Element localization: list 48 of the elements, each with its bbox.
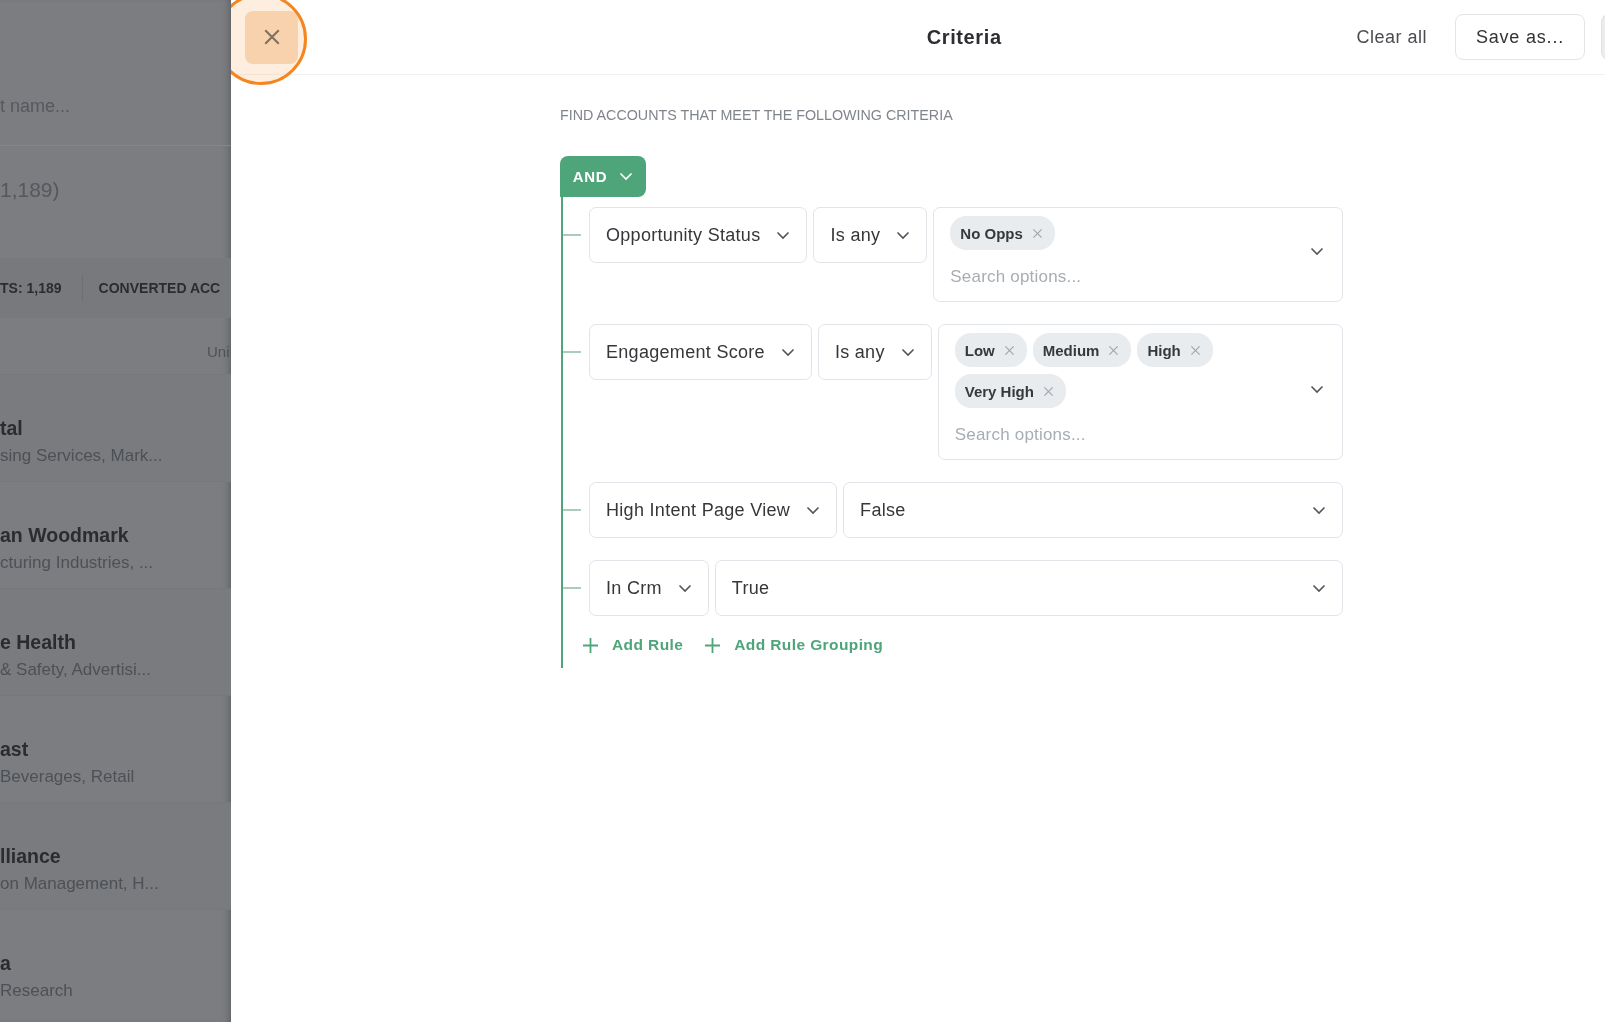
chevron-down-icon — [780, 347, 795, 357]
close-icon — [262, 28, 281, 46]
operator-dropdown[interactable]: Is any — [813, 207, 928, 263]
account-name: an Woodmark — [0, 524, 129, 547]
field-dropdown[interactable]: In Crm — [589, 560, 709, 616]
stat-label: TS: — [0, 280, 23, 296]
account-name: e Health — [0, 631, 76, 654]
close-icon — [1189, 344, 1201, 356]
save-as-button[interactable]: Save as... — [1454, 14, 1585, 60]
criteria-heading: FIND ACCOUNTS THAT MEET THE FOLLOWING CRITERIA — [560, 107, 953, 123]
chevron-down-icon — [677, 583, 692, 593]
field-dropdown[interactable]: Opportunity Status — [589, 207, 808, 263]
chevron-down-icon — [900, 347, 915, 357]
tag-chip[interactable]: No Opps — [950, 216, 1055, 250]
chevron-down-icon — [1310, 384, 1324, 394]
close-icon — [1031, 227, 1043, 239]
panel-title: Criteria — [926, 25, 1002, 49]
chevron-down-icon — [619, 172, 634, 181]
account-name: ast — [0, 738, 29, 761]
value-dropdown[interactable]: False — [843, 482, 1343, 538]
chevron-down-icon — [1312, 583, 1326, 593]
account-name: a — [0, 952, 11, 975]
chevron-down-icon — [1310, 247, 1324, 256]
field-dropdown[interactable]: High Intent Page View — [589, 482, 838, 538]
account-name: lliance — [0, 845, 61, 868]
close-icon — [1003, 344, 1015, 356]
chevron-down-icon — [806, 505, 821, 515]
chevron-down-icon — [896, 230, 911, 240]
plus-icon — [583, 637, 598, 653]
multi-select-field[interactable]: Low Medium High Very High Search options... — [937, 324, 1343, 460]
field-dropdown[interactable]: Engagement Score — [589, 324, 812, 380]
account-name: tal — [0, 417, 23, 440]
clear-all-button[interactable]: Clear all — [1350, 25, 1433, 49]
close-icon — [1042, 385, 1054, 397]
tag-chip[interactable]: Medium — [1032, 333, 1132, 367]
close-icon — [1108, 344, 1120, 356]
tag-chip[interactable]: Low — [954, 333, 1027, 367]
chevron-down-icon — [776, 230, 791, 240]
value-dropdown[interactable]: True — [714, 560, 1343, 616]
tag-chip[interactable]: Very High — [954, 374, 1066, 408]
close-button[interactable] — [245, 10, 298, 64]
stat-value: 1,189 — [26, 280, 62, 296]
operator-dropdown[interactable]: Is any — [817, 324, 932, 380]
multi-select-field[interactable]: No Opps Search options... — [933, 207, 1343, 302]
plus-icon — [705, 637, 721, 653]
chevron-down-icon — [1312, 505, 1326, 515]
tag-chip[interactable]: High — [1137, 333, 1213, 367]
stat-label: CONVERTED ACC — [98, 280, 221, 296]
